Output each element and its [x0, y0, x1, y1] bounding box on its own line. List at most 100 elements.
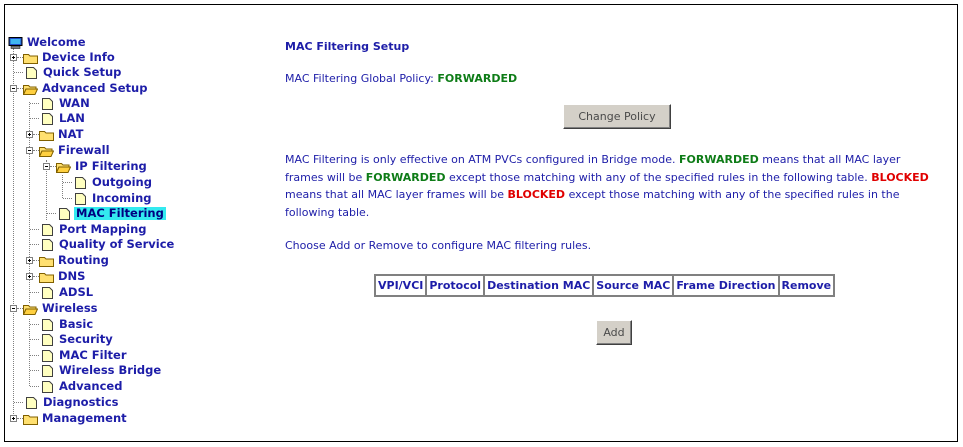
col-source-mac: Source MAC — [593, 275, 674, 296]
collapse-icon[interactable] — [10, 305, 17, 312]
col-protocol: Protocol — [426, 275, 485, 296]
tree-label: Firewall — [58, 143, 110, 157]
tree-line — [13, 48, 14, 418]
document-icon — [42, 112, 53, 125]
tree-item-quick-setup[interactable]: Quick Setup — [24, 66, 123, 79]
policy-label: MAC Filtering Global Policy: — [285, 72, 438, 85]
tree-item-quality-of-service[interactable]: Quality of Service — [40, 238, 176, 251]
col-destination-mac: Destination MAC — [484, 275, 594, 296]
folder-icon — [23, 53, 38, 64]
expand-icon[interactable] — [10, 54, 17, 61]
tree-line — [30, 386, 39, 387]
document-icon — [26, 396, 37, 409]
tree-label: IP Filtering — [75, 159, 147, 173]
collapse-icon[interactable] — [43, 163, 50, 170]
page-title: MAC Filtering Setup — [285, 40, 410, 53]
tree-item-basic[interactable]: Basic — [40, 318, 95, 331]
tree-item-mac-filtering[interactable]: MAC Filtering — [57, 207, 166, 220]
blocked-keyword: BLOCKED — [507, 188, 566, 201]
expand-icon[interactable] — [26, 131, 33, 138]
tree-item-ip-filtering[interactable]: IP Filtering — [56, 160, 149, 173]
instruction-text: Choose Add or Remove to configure MAC fi… — [285, 239, 592, 252]
tree-item-adsl[interactable]: ADSL — [40, 286, 95, 299]
tree-line — [30, 339, 39, 340]
add-button[interactable]: Add — [596, 320, 632, 345]
open-folder-icon — [39, 146, 54, 157]
tree-label: DNS — [58, 269, 86, 283]
document-icon — [42, 238, 53, 251]
tree-item-advanced-setup[interactable]: Advanced Setup — [23, 82, 149, 95]
change-policy-button[interactable]: Change Policy — [563, 104, 671, 129]
tree-item-diagnostics[interactable]: Diagnostics — [24, 396, 121, 409]
document-icon — [59, 207, 70, 220]
collapse-icon[interactable] — [26, 147, 33, 154]
tree-item-firewall[interactable]: Firewall — [39, 144, 112, 157]
tree-line — [30, 103, 39, 104]
folder-icon — [23, 414, 38, 425]
tree-item-port-mapping[interactable]: Port Mapping — [40, 223, 149, 236]
tree-label: Welcome — [27, 35, 86, 49]
tree-item-management[interactable]: Management — [23, 412, 129, 425]
tree-item-routing[interactable]: Routing — [39, 254, 111, 267]
tree-item-security[interactable]: Security — [40, 333, 115, 346]
expand-icon[interactable] — [26, 273, 33, 280]
document-icon — [26, 66, 37, 79]
global-policy: MAC Filtering Global Policy: FORWARDED — [285, 72, 517, 85]
tree-label: ADSL — [59, 285, 94, 299]
desc-text: MAC Filtering is only effective on ATM P… — [285, 153, 679, 166]
document-icon — [75, 176, 86, 189]
folder-icon — [39, 256, 54, 267]
tree-label: Routing — [58, 253, 109, 267]
collapse-icon[interactable] — [10, 85, 17, 92]
tree-line — [29, 319, 30, 386]
tree-label: Advanced — [59, 379, 123, 393]
tree-label: Advanced Setup — [42, 81, 148, 95]
tree-line — [14, 72, 23, 73]
tree-item-outgoing[interactable]: Outgoing — [73, 176, 154, 189]
tree-label: Incoming — [92, 191, 152, 205]
forwarded-keyword: FORWARDED — [365, 170, 446, 184]
document-icon — [42, 364, 53, 377]
tree-line — [62, 175, 63, 198]
folder-icon — [39, 272, 54, 283]
description-text: MAC Filtering is only effective on ATM P… — [285, 151, 935, 221]
tree-label: Wireless — [42, 301, 98, 315]
tree-item-wireless[interactable]: Wireless — [23, 302, 100, 315]
tree-label: LAN — [59, 111, 85, 125]
tree-item-advanced[interactable]: Advanced — [40, 380, 124, 393]
tree-item-mac-filter[interactable]: MAC Filter — [40, 349, 129, 362]
tree-item-dns[interactable]: DNS — [39, 270, 87, 283]
document-icon — [42, 286, 53, 299]
tree-label: Outgoing — [92, 175, 152, 189]
computer-icon — [8, 36, 23, 49]
tree-line — [30, 292, 39, 293]
tree-label: WAN — [59, 96, 90, 110]
tree-line — [63, 182, 72, 183]
tree-label: NAT — [58, 127, 84, 141]
tree-line — [30, 244, 39, 245]
tree-line — [30, 324, 39, 325]
tree-item-device-info[interactable]: Device Info — [23, 51, 117, 64]
tree-item-wireless-bridge[interactable]: Wireless Bridge — [40, 364, 163, 377]
open-folder-icon — [23, 84, 38, 95]
tree-item-nat[interactable]: NAT — [39, 128, 85, 141]
policy-value: FORWARDED — [437, 72, 518, 85]
tree-item-wan[interactable]: WAN — [40, 97, 92, 110]
tree-line — [47, 213, 56, 214]
tree-item-incoming[interactable]: Incoming — [73, 192, 154, 205]
tree-label: Diagnostics — [43, 395, 119, 409]
open-folder-icon — [56, 162, 71, 173]
tree-label: Quality of Service — [59, 237, 175, 251]
desc-text: means that all MAC layer frames will be — [285, 188, 508, 201]
expand-icon[interactable] — [10, 415, 17, 422]
tree-line — [63, 198, 72, 199]
col-frame-direction: Frame Direction — [673, 275, 779, 296]
tree-label: Management — [42, 411, 127, 425]
document-icon — [42, 380, 53, 393]
tree-item-welcome[interactable]: Welcome — [8, 36, 88, 49]
document-icon — [42, 97, 53, 110]
tree-item-lan[interactable]: LAN — [40, 112, 87, 125]
tree-label: Security — [59, 332, 113, 346]
blocked-keyword: BLOCKED — [871, 170, 929, 184]
expand-icon[interactable] — [26, 257, 33, 264]
